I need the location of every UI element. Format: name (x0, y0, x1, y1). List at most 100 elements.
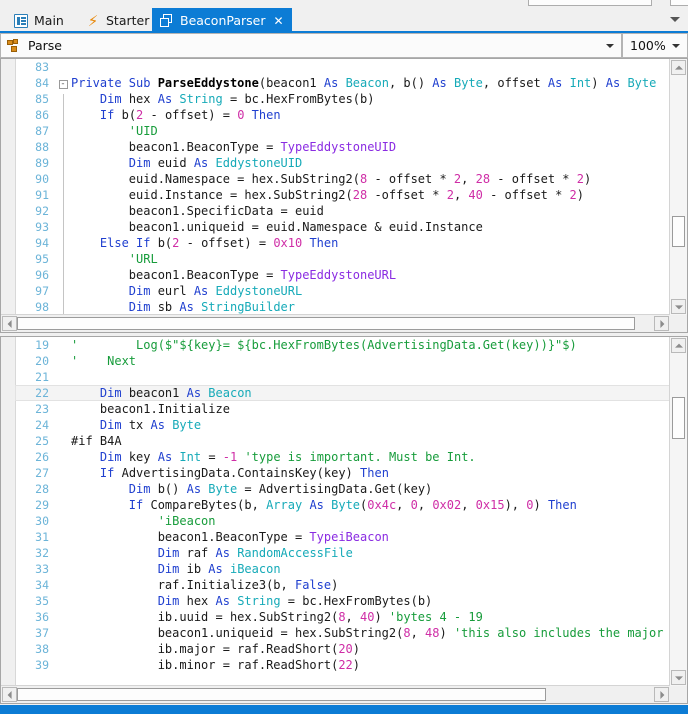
code-lines-bottom[interactable]: 19 ' Log($"${key}= ${bc.HexFromBytes(Adve… (15, 337, 670, 686)
code-line[interactable]: 92 beacon1.SpecificData = euid (15, 203, 670, 222)
code-text: beacon1.Initialize (71, 402, 230, 416)
horizontal-scrollbar-thumb[interactable] (17, 317, 635, 330)
code-line[interactable]: 22 Dim beacon1 As Beacon (15, 385, 670, 401)
line-number: 87 (35, 124, 49, 138)
fold-collapse-icon[interactable]: - (58, 80, 68, 89)
line-number: 86 (35, 108, 49, 122)
zoom-dropdown-value: 100% (630, 38, 666, 53)
code-text: 'iBeacon (157, 514, 216, 528)
scroll-left-button[interactable] (2, 316, 17, 331)
line-number: 37 (35, 626, 49, 640)
code-line[interactable]: 94 Else If b(2 - offset) = 0x10 Then (15, 235, 670, 254)
code-line[interactable]: 30 'iBeacon (15, 513, 670, 529)
code-editor-top-pane[interactable]: 83 84- Private Sub ParseEddystone(beacon1 … (0, 58, 688, 333)
chevron-down-icon[interactable] (670, 17, 680, 22)
code-line[interactable]: 29 If CompareBytes(b, Array As Byte(0x4c… (15, 497, 670, 513)
code-area-top[interactable]: 83 84- Private Sub ParseEddystone(beacon1 … (1, 59, 670, 315)
line-number: 31 (35, 530, 49, 544)
code-line[interactable]: 26 Dim key As Int = -1 'type is importan… (15, 449, 670, 465)
code-line[interactable]: 32 Dim raf As RandomAccessFile (15, 545, 670, 561)
code-line[interactable]: 27 If AdvertisingData.ContainsKey(key) T… (15, 465, 670, 481)
code-line[interactable]: 84- Private Sub ParseEddystone(beacon1 As… (15, 75, 670, 91)
chevron-down-icon (606, 44, 614, 48)
horizontal-scrollbar-bottom[interactable] (1, 685, 670, 703)
code-line[interactable]: 85 Dim hex As String = bc.HexFromBytes(b… (15, 91, 670, 110)
code-text: Dim beacon1 As Beacon (99, 386, 252, 400)
code-line[interactable]: 86 If b(2 - offset) = 0 Then (15, 107, 670, 126)
vertical-scrollbar-top[interactable] (669, 59, 687, 315)
code-line[interactable]: 87 'UID (15, 123, 670, 142)
scrollbar-corner (670, 315, 687, 332)
status-bar (0, 705, 688, 714)
method-dropdown[interactable]: Parse (0, 33, 622, 58)
code-text: Dim euid As EddystoneUID (128, 156, 303, 170)
code-editor-bottom-pane[interactable]: 19 ' Log($"${key}= ${bc.HexFromBytes(Adve… (0, 336, 688, 704)
code-text: ' Log($"${key}= ${bc.HexFromBytes(Advert… (71, 338, 577, 352)
zoom-dropdown[interactable]: 100% (622, 33, 688, 58)
tab-starter[interactable]: ⚡ Starter (78, 8, 157, 33)
code-text: Dim hex As String = bc.HexFromBytes(b) (157, 594, 433, 608)
code-line[interactable]: 34 raf.Initialize3(b, False) (15, 577, 670, 593)
code-line[interactable]: 20 ' Next (15, 353, 670, 369)
line-number: 24 (35, 418, 49, 432)
line-number: 22 (35, 386, 49, 400)
code-line[interactable]: 93 beacon1.uniqueid = euid.Namespace & e… (15, 219, 670, 238)
code-lines-top[interactable]: 83 84- Private Sub ParseEddystone(beacon1 … (15, 59, 670, 315)
fold-column[interactable]: - (55, 75, 71, 91)
code-line[interactable]: 21 (15, 369, 670, 385)
code-line[interactable]: 35 Dim hex As String = bc.HexFromBytes(b… (15, 593, 670, 609)
code-line[interactable]: 95 'URL (15, 251, 670, 270)
code-line[interactable]: 88 beacon1.BeaconType = TypeEddystoneUID (15, 139, 670, 158)
line-number: 21 (35, 370, 49, 384)
vertical-scrollbar-thumb[interactable] (672, 216, 685, 248)
line-number: 36 (35, 610, 49, 624)
scroll-up-button[interactable] (671, 338, 686, 353)
line-number: 39 (35, 658, 49, 672)
horizontal-scrollbar-top[interactable] (1, 314, 670, 332)
method-dropdown-value: Parse (28, 38, 62, 53)
scroll-left-button[interactable] (2, 687, 17, 702)
code-line[interactable]: 24 Dim tx As Byte (15, 417, 670, 433)
line-number: 26 (35, 450, 49, 464)
code-text: euid.Instance = hex.SubString2(28 -offse… (71, 188, 585, 202)
scroll-up-button[interactable] (671, 60, 686, 75)
code-text: If b(2 - offset) = 0 Then (99, 108, 281, 122)
code-area-bottom[interactable]: 19 ' Log($"${key}= ${bc.HexFromBytes(Adve… (1, 337, 670, 686)
toolbar-search-input-partial[interactable] (528, 0, 652, 6)
code-line[interactable]: 38 ib.major = raf.ReadShort(20) (15, 641, 670, 657)
scroll-down-button[interactable] (671, 299, 686, 314)
scroll-right-button[interactable] (654, 316, 669, 331)
code-line[interactable]: 36 ib.uuid = hex.SubString2(8, 40) 'byte… (15, 609, 670, 625)
line-number: 28 (35, 482, 49, 496)
code-line[interactable]: 91 euid.Instance = hex.SubString2(28 -of… (15, 187, 670, 206)
line-number: 91 (35, 188, 49, 202)
close-icon[interactable]: ✕ (274, 15, 284, 27)
code-line[interactable]: 37 beacon1.uniqueid = hex.SubString2(8, … (15, 625, 670, 641)
code-text: Else If b(2 - offset) = 0x10 Then (99, 236, 339, 250)
tab-beaconparser[interactable]: BeaconParser ✕ (152, 8, 292, 33)
code-line[interactable]: 19 ' Log($"${key}= ${bc.HexFromBytes(Adve… (15, 337, 670, 353)
code-line[interactable]: 90 euid.Namespace = hex.SubString2(8 - o… (15, 171, 670, 190)
horizontal-scrollbar-thumb[interactable] (17, 688, 546, 701)
code-line[interactable]: 97 Dim eurl As EddystoneURL (15, 283, 670, 302)
vertical-scrollbar-bottom[interactable] (669, 337, 687, 686)
member-selector-bar: Parse 100% (0, 33, 688, 58)
line-number: 84 (35, 76, 49, 90)
code-line[interactable]: 39 ib.minor = raf.ReadShort(22) (15, 657, 670, 673)
tab-main[interactable]: Main (6, 8, 72, 33)
code-line[interactable]: 98 Dim sb As StringBuilder (15, 299, 670, 315)
code-line[interactable]: 28 Dim b() As Byte = AdvertisingData.Get… (15, 481, 670, 497)
code-line[interactable]: 89 Dim euid As EddystoneUID (15, 155, 670, 174)
code-line[interactable]: 96 beacon1.BeaconType = TypeEddystoneURL (15, 267, 670, 286)
code-line[interactable]: 33 Dim ib As iBeacon (15, 561, 670, 577)
line-number: 85 (35, 92, 49, 106)
vertical-scrollbar-thumb[interactable] (672, 397, 685, 439)
code-line[interactable]: 31 beacon1.BeaconType = TypeiBeacon (15, 529, 670, 545)
scroll-down-button[interactable] (671, 670, 686, 685)
code-line[interactable]: 25 #if B4A (15, 433, 670, 449)
toolbar-button-partial[interactable] (670, 0, 688, 6)
code-text: 'UID (128, 124, 158, 138)
code-line[interactable]: 83 (15, 59, 670, 75)
code-line[interactable]: 23 beacon1.Initialize (15, 401, 670, 417)
scroll-right-button[interactable] (654, 687, 669, 702)
